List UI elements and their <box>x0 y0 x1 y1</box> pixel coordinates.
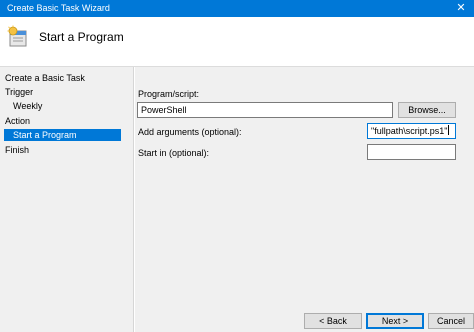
sidebar-item-weekly[interactable]: Weekly <box>13 100 42 112</box>
title-bar: Create Basic Task Wizard ✕ <box>0 0 474 17</box>
window-title: Create Basic Task Wizard <box>7 3 110 13</box>
cancel-button[interactable]: Cancel <box>428 313 474 329</box>
sidebar-item-start-a-program[interactable]: Start a Program <box>4 129 121 141</box>
sidebar-item-finish[interactable]: Finish <box>5 144 29 156</box>
page-title: Start a Program <box>39 30 124 44</box>
add-arguments-label: Add arguments (optional): <box>138 127 242 137</box>
add-arguments-input[interactable]: "fullpath\script.ps1" <box>367 123 456 139</box>
task-scheduler-wizard-icon <box>7 25 27 47</box>
wizard-steps-sidebar: Create a Basic Task Trigger Weekly Actio… <box>0 67 134 332</box>
program-script-label: Program/script: <box>138 89 200 99</box>
wizard-header: Start a Program <box>0 17 474 67</box>
next-button[interactable]: Next > <box>366 313 424 329</box>
program-script-input[interactable]: PowerShell <box>137 102 393 118</box>
back-button[interactable]: < Back <box>304 313 362 329</box>
program-script-value: PowerShell <box>141 105 187 115</box>
wizard-main-panel: Program/script: PowerShell Browse... Add… <box>135 67 474 332</box>
sidebar-item-action[interactable]: Action <box>5 115 30 127</box>
sidebar-item-trigger[interactable]: Trigger <box>5 86 33 98</box>
close-icon[interactable]: ✕ <box>448 0 474 17</box>
sidebar-item-create-basic-task[interactable]: Create a Basic Task <box>5 72 85 84</box>
start-in-input[interactable] <box>367 144 456 160</box>
browse-button[interactable]: Browse... <box>398 102 456 118</box>
add-arguments-value: "fullpath\script.ps1" <box>371 126 448 136</box>
text-caret <box>448 125 450 135</box>
start-in-label: Start in (optional): <box>138 148 210 158</box>
